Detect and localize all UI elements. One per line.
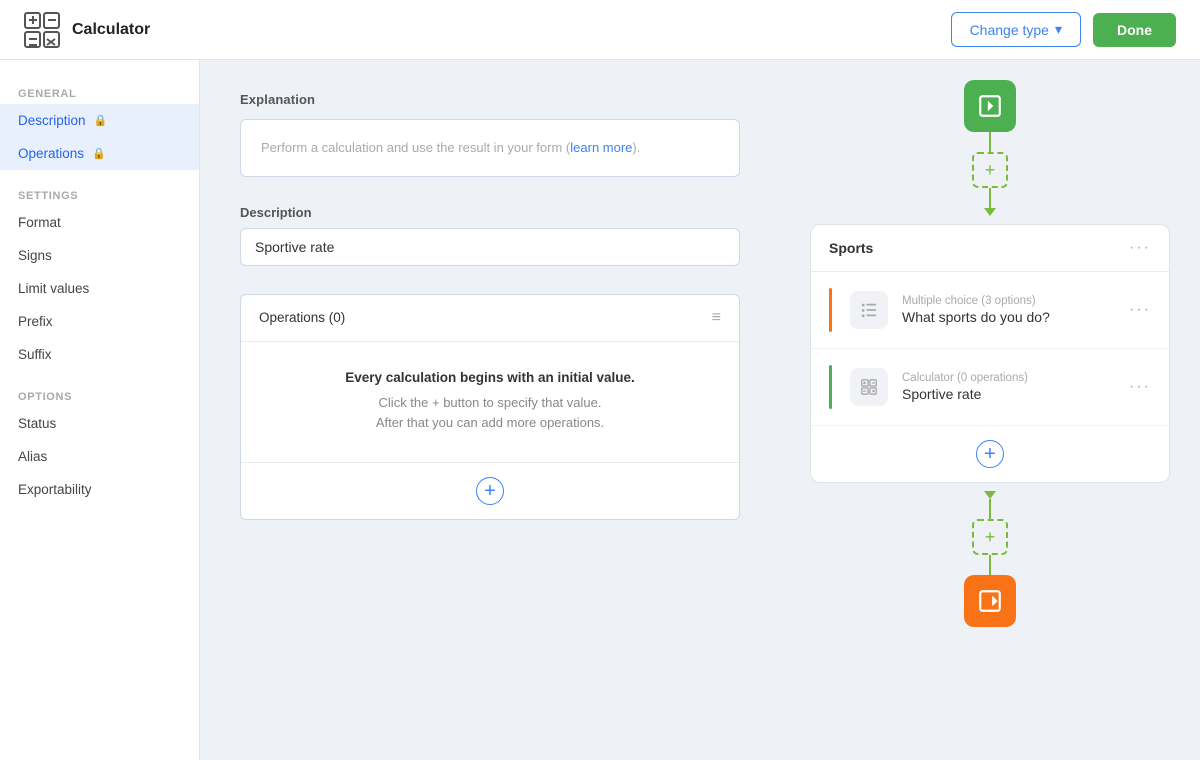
learn-more-link[interactable]: learn more	[570, 140, 632, 155]
sidebar-item-label: Operations	[18, 146, 84, 161]
card-add-row: +	[811, 426, 1169, 482]
operations-body-title: Every calculation begins with an initial…	[261, 370, 719, 385]
sidebar-item-label: Status	[18, 416, 56, 431]
sidebar-item-format[interactable]: Format	[0, 206, 199, 239]
explanation-box: Perform a calculation and use the result…	[240, 119, 740, 177]
sidebar-item-description[interactable]: Description 🔒	[0, 104, 199, 137]
list-icon	[850, 291, 888, 329]
sidebar-item-label: Prefix	[18, 314, 53, 329]
header-actions: Change type ▾ Done	[951, 12, 1176, 47]
sidebar-item-label: Signs	[18, 248, 52, 263]
sports-card-title: Sports	[829, 240, 873, 256]
connector-line-4	[989, 555, 991, 575]
operations-footer: +	[241, 462, 739, 519]
arrow-2	[984, 491, 996, 499]
sidebar-item-status[interactable]: Status	[0, 407, 199, 440]
sidebar-item-prefix[interactable]: Prefix	[0, 305, 199, 338]
operations-body-line2: After that you can add more operations.	[261, 413, 719, 434]
settings-section-label: Settings	[0, 182, 199, 206]
connector-line-1	[989, 132, 991, 152]
sidebar-item-label: Alias	[18, 449, 47, 464]
main-content: Explanation Perform a calculation and us…	[200, 60, 780, 760]
description-input[interactable]	[240, 228, 740, 266]
sidebar-item-label: Description	[18, 113, 86, 128]
entry-node	[964, 80, 1016, 132]
exit-node	[964, 575, 1016, 627]
operations-body: Every calculation begins with an initial…	[241, 342, 739, 463]
card-row-2-icon	[850, 368, 888, 406]
row2-name: Sportive rate	[902, 386, 1115, 402]
card-menu-button[interactable]: ···	[1129, 239, 1151, 257]
header-left: Calculator	[24, 12, 150, 48]
sidebar-item-label: Limit values	[18, 281, 89, 296]
operations-header: Operations (0) ≡	[241, 295, 739, 342]
card-row-2-content: Calculator (0 operations) Sportive rate	[902, 372, 1115, 402]
explanation-text: Perform a calculation and use the result…	[261, 140, 570, 155]
sidebar-item-operations[interactable]: Operations 🔒	[0, 137, 199, 170]
hamburger-icon[interactable]: ≡	[712, 309, 721, 327]
flow-container: + Sports ···	[810, 80, 1170, 627]
sidebar-item-label: Suffix	[18, 347, 52, 362]
operations-box: Operations (0) ≡ Every calculation begin…	[240, 294, 740, 521]
description-label: Description	[240, 205, 740, 220]
sidebar: General Description 🔒 Operations 🔒 Setti…	[0, 60, 200, 760]
row1-subtitle: Multiple choice (3 options)	[902, 295, 1115, 307]
calculator-logo-icon	[24, 12, 60, 48]
arrow-1	[984, 208, 996, 216]
green-bar	[829, 365, 832, 409]
card-row-1-content: Multiple choice (3 options) What sports …	[902, 295, 1115, 325]
card-row-1: Multiple choice (3 options) What sports …	[811, 272, 1169, 349]
general-section-label: General	[0, 80, 199, 104]
sidebar-item-limit-values[interactable]: Limit values	[0, 272, 199, 305]
orange-bar	[829, 288, 832, 332]
right-panel: + Sports ···	[780, 60, 1200, 760]
header: Calculator Change type ▾ Done	[0, 0, 1200, 60]
sidebar-item-alias[interactable]: Alias	[0, 440, 199, 473]
operations-body-line1: Click the + button to specify that value…	[261, 393, 719, 414]
add-card-item-button[interactable]: +	[976, 440, 1004, 468]
operations-title: Operations (0)	[259, 310, 345, 325]
chevron-down-icon: ▾	[1055, 21, 1062, 38]
connector-line-3	[989, 499, 991, 519]
lock-icon-description: 🔒	[94, 114, 108, 127]
sports-card-header: Sports ···	[811, 225, 1169, 272]
row1-name: What sports do you do?	[902, 309, 1115, 325]
explanation-section-title: Explanation	[240, 92, 740, 107]
sidebar-item-label: Exportability	[18, 482, 92, 497]
sports-card: Sports ···	[810, 224, 1170, 483]
add-operation-button[interactable]: +	[476, 477, 504, 505]
lock-icon-operations: 🔒	[92, 147, 106, 160]
app-title: Calculator	[72, 21, 150, 39]
row2-menu-button[interactable]: ···	[1129, 378, 1151, 396]
sidebar-item-signs[interactable]: Signs	[0, 239, 199, 272]
sidebar-item-suffix[interactable]: Suffix	[0, 338, 199, 371]
sidebar-item-exportability[interactable]: Exportability	[0, 473, 199, 506]
connector-line-2	[989, 188, 991, 208]
row2-subtitle: Calculator (0 operations)	[902, 372, 1115, 384]
options-section-label: Options	[0, 383, 199, 407]
add-node-top[interactable]: +	[972, 152, 1008, 188]
explanation-suffix: ).	[632, 140, 640, 155]
card-row-1-icon	[850, 291, 888, 329]
add-node-bottom[interactable]: +	[972, 519, 1008, 555]
done-button[interactable]: Done	[1093, 13, 1176, 47]
calculator-icon	[850, 368, 888, 406]
layout: General Description 🔒 Operations 🔒 Setti…	[0, 60, 1200, 760]
row1-menu-button[interactable]: ···	[1129, 301, 1151, 319]
change-type-button[interactable]: Change type ▾	[951, 12, 1081, 47]
sidebar-item-label: Format	[18, 215, 61, 230]
card-row-2: Calculator (0 operations) Sportive rate …	[811, 349, 1169, 426]
